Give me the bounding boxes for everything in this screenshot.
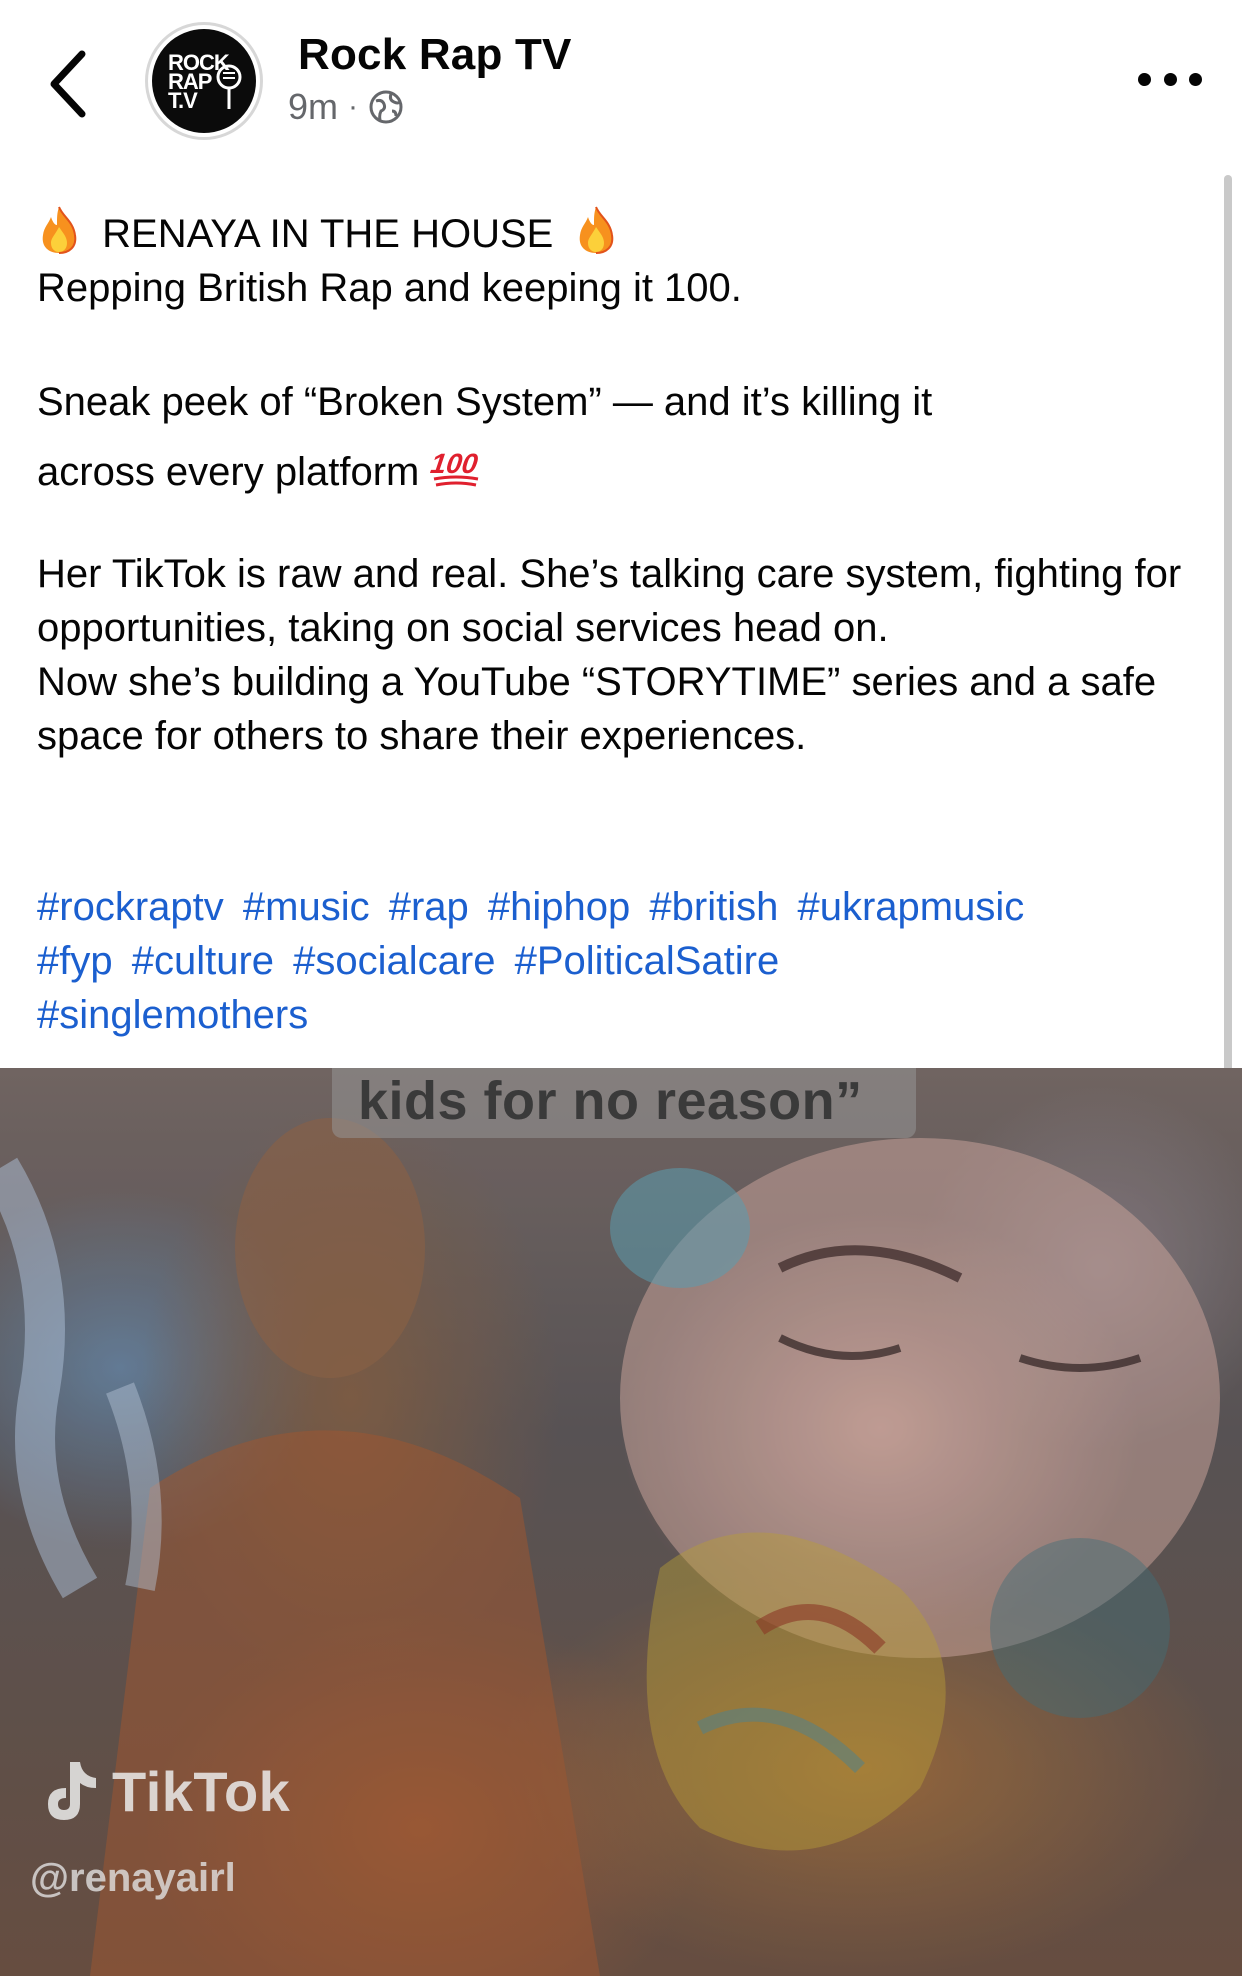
post-header: ROCK RAP T.V Rock Rap TV 9m · [0,0,1242,160]
tiktok-note-icon [48,1762,96,1820]
back-chevron-icon [50,50,86,118]
video-frame-image [0,1068,1242,1976]
post-headline: RENAYA IN THE HOUSE [37,205,1217,261]
more-options-icon [1138,72,1151,86]
hashtag-link[interactable]: #british [649,885,778,929]
hashtag-link[interactable]: #ukrapmusic [797,885,1024,929]
hashtag-link[interactable]: #hiphop [488,885,630,929]
hashtag-link[interactable]: #socialcare [293,939,495,983]
post-video[interactable]: kids for no reason” TikTok @renayairl [0,1068,1242,1976]
avatar-line-3: T.V [168,87,198,113]
post-screen: ROCK RAP T.V Rock Rap TV 9m · RENAYA IN … [0,0,1242,1976]
hashtag-link[interactable]: #fyp [37,939,113,983]
post-paragraph: Now she’s building a YouTube “STORYTIME”… [37,660,1157,758]
more-options-icon-dot [1163,72,1177,86]
hashtag-list: #rockraptv #music #rap #hiphop #british … [37,880,1217,1042]
meta-separator: · [348,90,359,123]
fire-emoji-icon [580,206,614,254]
svg-text:100: 100 [430,448,480,479]
post-meta: 9m · [288,86,404,128]
post-body: RENAYA IN THE HOUSE Repping British Rap … [37,205,1217,763]
back-button[interactable] [40,44,100,124]
hashtag-link[interactable]: #culture [132,939,274,983]
page-avatar[interactable]: ROCK RAP T.V [145,22,263,140]
tiktok-handle: @renayairl [30,1856,236,1900]
more-options-button[interactable] [1138,64,1202,94]
post-time[interactable]: 9m [288,86,338,128]
hashtag-link[interactable]: #PoliticalSatire [515,939,780,983]
post-line: Repping British Rap and keeping it 100. [37,266,742,310]
hundred-points-emoji-icon: 100 [430,448,481,487]
microphone-icon [216,64,242,109]
globe-icon [369,90,403,124]
tiktok-brand: TikTok [112,1759,291,1823]
hashtag-link[interactable]: #singlemothers [37,993,308,1037]
post-line: Sneak peek of “Broken System” — and it’s… [37,380,933,424]
post-line-text: across every platform [37,450,420,494]
page-name[interactable]: Rock Rap TV [298,30,572,80]
headline-text: RENAYA IN THE HOUSE [102,212,554,256]
hashtag-link[interactable]: #rap [389,885,469,929]
post-line-with-emoji: across every platform 100 [37,437,1217,507]
post-paragraph: Her TikTok is raw and real. She’s talkin… [37,552,1182,650]
fire-emoji-icon [42,206,77,254]
hashtag-link[interactable]: #music [243,885,370,929]
video-caption: kids for no reason” [358,1071,863,1131]
avatar-logo: ROCK RAP T.V [152,29,256,133]
tiktok-watermark: TikTok [40,1758,290,1824]
hashtag-link[interactable]: #rockraptv [37,885,224,929]
more-options-icon-dot [1189,72,1202,86]
